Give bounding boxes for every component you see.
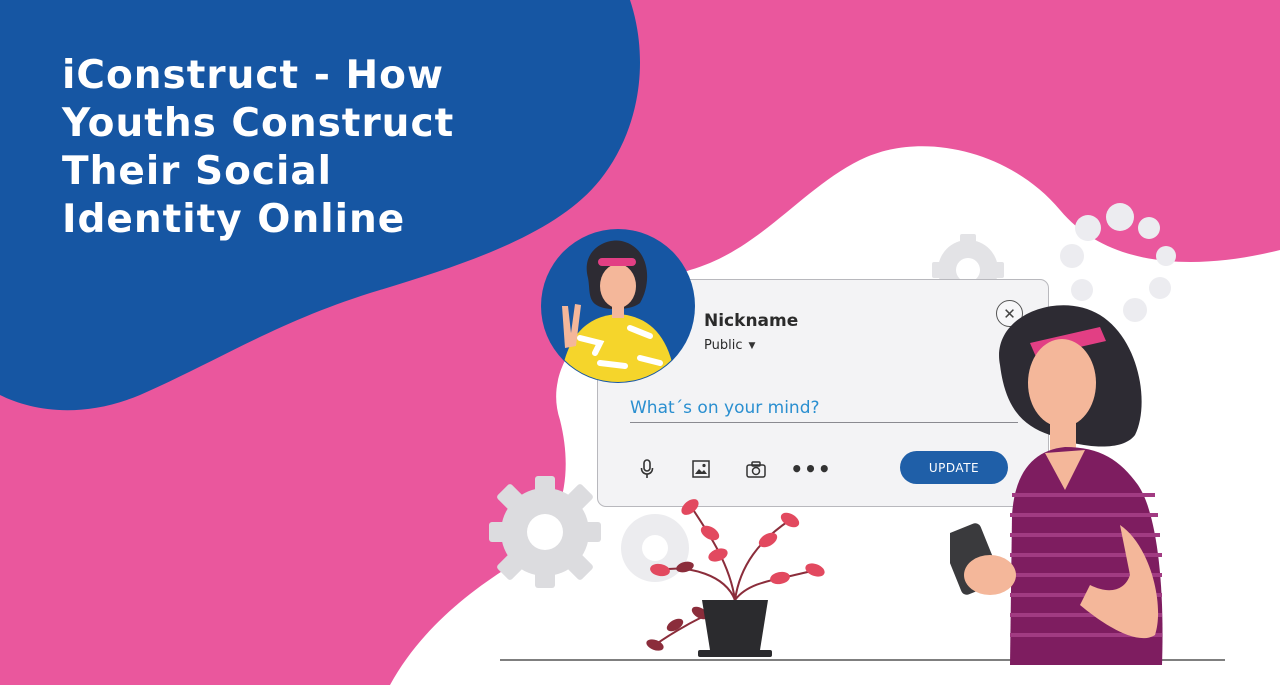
microphone-icon [640,459,654,478]
woman-with-phone-illustration [950,305,1163,665]
image-icon [692,460,710,478]
title-line: iConstruct - How [62,53,444,98]
microphone-button[interactable] [634,456,660,482]
camera-button[interactable] [743,456,769,482]
visibility-dropdown[interactable]: Public ▼ [704,338,755,353]
image-button[interactable] [688,456,714,482]
page-title: iConstruct - How Youths Construct Their … [62,52,522,244]
potted-plant-illustration [646,499,825,657]
camera-icon [746,460,766,478]
more-icon: ••• [790,457,832,481]
title-line: Their Social [62,149,333,194]
avatar [541,229,695,383]
title-line: Youths Construct [62,101,455,146]
nickname-label: Nickname [704,311,799,331]
title-line: Identity Online [62,197,406,242]
chevron-down-icon: ▼ [748,340,756,351]
gear-icon-large [489,476,601,588]
visibility-value: Public [704,338,743,353]
more-options-button[interactable]: ••• [790,456,830,482]
